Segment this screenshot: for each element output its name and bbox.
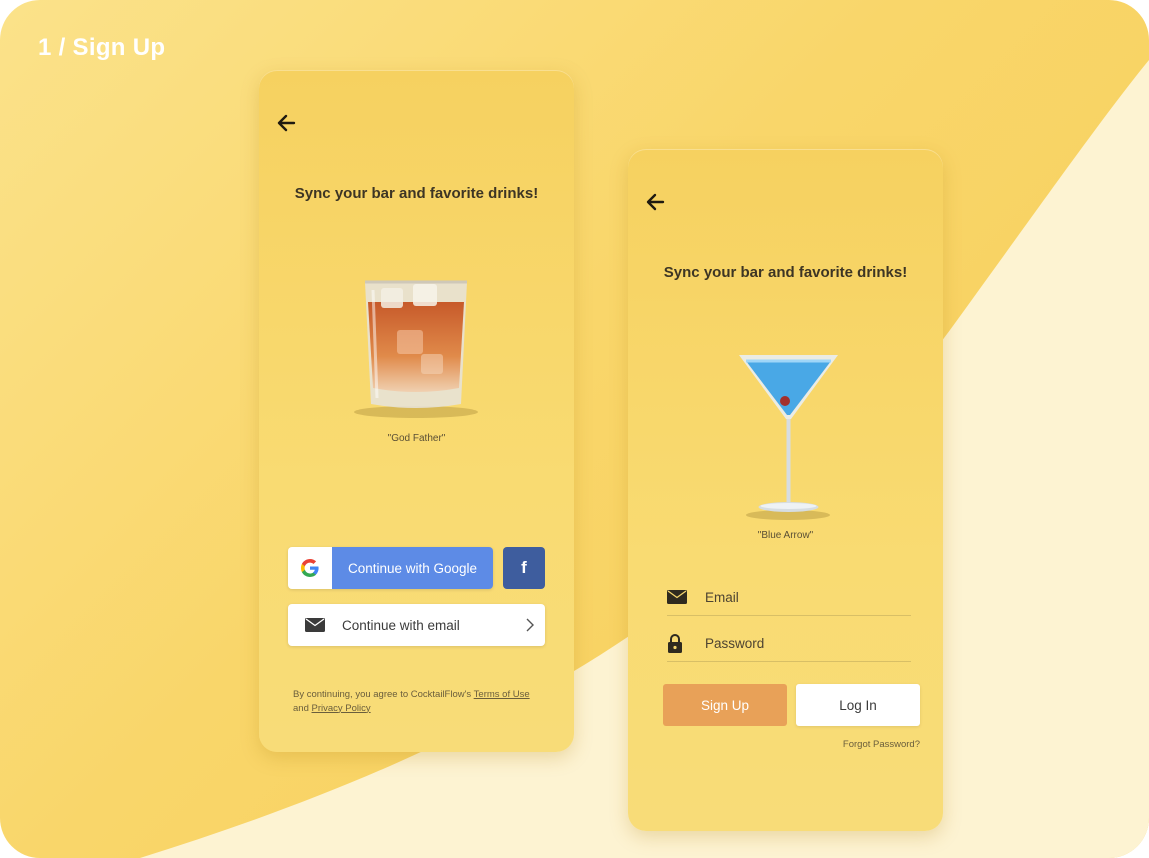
forgot-password-link[interactable]: Forgot Password? — [843, 739, 920, 750]
google-icon — [301, 559, 319, 577]
martini-glass-image — [739, 355, 838, 520]
background-wave — [140, 60, 1149, 858]
sign-up-button[interactable]: Sign Up — [663, 684, 787, 726]
password-field[interactable]: Password — [667, 625, 911, 662]
legal-prefix: By continuing, you agree to CocktailFlow… — [293, 689, 474, 700]
legal-middle: and — [293, 702, 312, 714]
old-fashioned-glass-image — [354, 280, 478, 418]
email-field[interactable]: Email — [667, 579, 911, 616]
back-arrow-icon[interactable] — [645, 192, 667, 212]
signup-social-screen: Sync your bar and favorite drinks! "God … — [259, 70, 574, 752]
canvas: 1 / Sign Up Sync your bar and favorite d… — [0, 0, 1149, 858]
chevron-right-icon — [526, 618, 534, 632]
envelope-icon — [667, 590, 687, 604]
legal-notice: By continuing, you agree to CocktailFlow… — [293, 688, 553, 715]
facebook-icon: f — [521, 558, 527, 577]
back-arrow-icon[interactable] — [276, 113, 298, 133]
headline: Sync your bar and favorite drinks! — [663, 264, 908, 281]
google-button-label: Continue with Google — [332, 547, 493, 589]
privacy-policy-link[interactable]: Privacy Policy — [312, 703, 371, 714]
terms-of-use-link[interactable]: Terms of Use — [474, 689, 530, 700]
signup-form-screen: Sync your bar and favorite drinks! "Blue… — [628, 149, 943, 831]
headline: Sync your bar and favorite drinks! — [294, 185, 539, 202]
continue-with-email-button[interactable]: Continue with email — [288, 604, 545, 646]
email-button-label: Continue with email — [342, 617, 460, 633]
password-placeholder: Password — [705, 635, 765, 651]
lock-icon — [668, 634, 682, 653]
continue-with-google-button[interactable]: Continue with Google — [288, 547, 493, 589]
email-placeholder: Email — [705, 589, 739, 605]
log-in-button[interactable]: Log In — [796, 684, 920, 726]
drink-caption: "Blue Arrow" — [757, 530, 814, 541]
drink-caption: "God Father" — [387, 433, 446, 444]
facebook-button[interactable]: f — [503, 547, 545, 589]
envelope-icon — [305, 618, 325, 632]
page-label: 1 / Sign Up — [38, 34, 166, 61]
